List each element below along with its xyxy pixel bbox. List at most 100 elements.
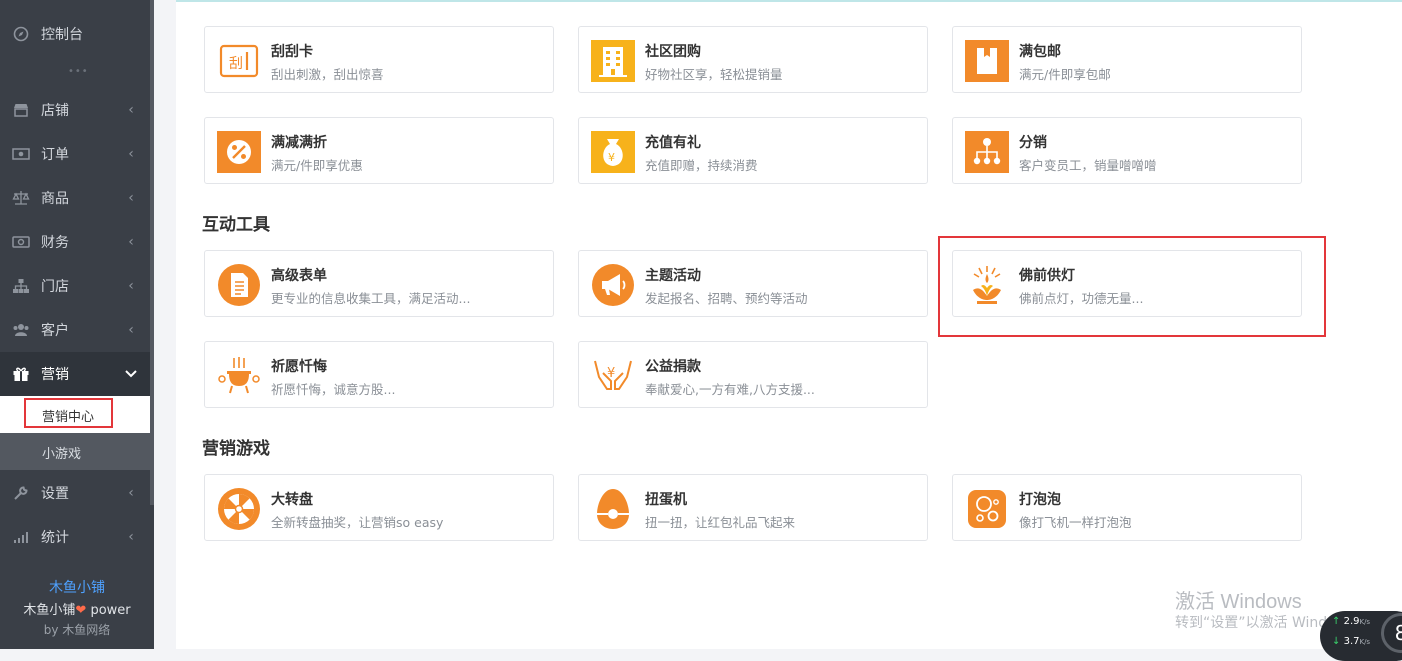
- footer-power-suffix: power: [90, 603, 131, 618]
- sidebar-item-label: 统计: [41, 530, 69, 546]
- card-free-shipping[interactable]: 满包邮 满元/件即享包邮: [952, 26, 1302, 93]
- sidebar-item-label: 财务: [41, 235, 69, 251]
- card-capsule-machine[interactable]: 扭蛋机 扭一扭，让红包礼品飞起来: [578, 474, 928, 541]
- chevron-left-icon: ‹: [128, 102, 134, 118]
- card-desc: 祈愿忏悔，诚意方股...: [271, 382, 396, 397]
- sidebar-item-store[interactable]: 店铺 ‹: [0, 88, 150, 132]
- bubbles-icon: [965, 488, 1009, 530]
- sidebar-item-label: 营销: [41, 367, 69, 383]
- cpu-ring-indicator: 8: [1381, 613, 1402, 653]
- sidebar-item-customers[interactable]: 客户 ‹: [0, 308, 150, 352]
- card-title: 分销: [1019, 135, 1047, 151]
- sidebar-item-statistics[interactable]: 统计 ‹: [0, 515, 150, 559]
- users-icon: [11, 322, 31, 338]
- card-title: 公益捐款: [645, 359, 701, 375]
- card-prayer-repentance[interactable]: 祈愿忏悔 祈愿忏悔，诚意方股...: [204, 341, 554, 408]
- arrow-up-icon: ↑: [1332, 616, 1341, 627]
- card-big-wheel[interactable]: 大转盘 全新转盘抽奖，让营销so easy: [204, 474, 554, 541]
- sidebar-item-finance[interactable]: 财务 ‹: [0, 220, 150, 264]
- upload-unit: K/s: [1359, 618, 1371, 626]
- order-icon: [11, 146, 31, 162]
- percent-icon: [217, 131, 261, 173]
- scratch-card-icon: 刮: [217, 40, 261, 82]
- highlight-box-buddha-lamp: [938, 236, 1326, 337]
- card-title: 刮刮卡: [271, 44, 313, 60]
- distribution-icon: [965, 131, 1009, 173]
- card-desc: 客户变员工，销量噌噌噌: [1019, 158, 1157, 173]
- chevron-left-icon: ‹: [128, 322, 134, 338]
- card-desc: 好物社区享，轻松提销量: [645, 67, 783, 82]
- card-title: 打泡泡: [1019, 492, 1061, 508]
- card-title: 社区团购: [645, 44, 701, 60]
- sidebar-item-label: 客户: [41, 323, 69, 339]
- sidebar-item-marketing[interactable]: 营销: [0, 352, 150, 396]
- card-scratch-card[interactable]: 刮 刮刮卡 刮出刺激，刮出惊喜: [204, 26, 554, 93]
- sidebar-item-shops[interactable]: 门店 ‹: [0, 264, 150, 308]
- card-desc: 全新转盘抽奖，让营销so easy: [271, 515, 444, 530]
- footer-by: by 木鱼网络: [43, 623, 111, 637]
- sidebar-item-label: 设置: [41, 486, 69, 502]
- card-discount[interactable]: 满减满折 满元/件即享优惠: [204, 117, 554, 184]
- footer-power-name: 木鱼小铺: [23, 603, 76, 618]
- sidebar-item-dashboard[interactable]: 控制台: [0, 12, 150, 56]
- card-bubble-shooter[interactable]: 打泡泡 像打飞机一样打泡泡: [952, 474, 1302, 541]
- card-title: 充值有礼: [645, 135, 701, 151]
- card-community-group-buy[interactable]: 社区团购 好物社区享，轻松提销量: [578, 26, 928, 93]
- card-recharge-gift[interactable]: ¥ 充值有礼 充值即赠，持续消费: [578, 117, 928, 184]
- card-distribution[interactable]: 分销 客户变员工，销量噌噌噌: [952, 117, 1302, 184]
- store-icon: [11, 102, 31, 118]
- sidebar-item-label: 店铺: [41, 103, 69, 119]
- card-title: 大转盘: [271, 492, 313, 508]
- card-title: 主题活动: [645, 268, 701, 284]
- card-title: 高级表单: [271, 268, 327, 284]
- upload-speed: ↑ 2.9K/s: [1332, 616, 1370, 627]
- sidebar-scrollbar[interactable]: [150, 0, 154, 505]
- sitemap-icon: [11, 278, 31, 294]
- card-desc: 像打飞机一样打泡泡: [1019, 515, 1132, 530]
- chevron-left-icon: ‹: [128, 146, 134, 162]
- top-accent-line: [176, 0, 1402, 2]
- chevron-left-icon: ‹: [128, 278, 134, 294]
- card-title: 满减满折: [271, 135, 327, 151]
- network-speed-widget[interactable]: ↑ 2.9K/s ↓ 3.7K/s 8: [1320, 611, 1402, 661]
- chevron-left-icon: ‹: [128, 234, 134, 250]
- card-desc: 发起报名、招聘、预约等活动: [645, 291, 808, 306]
- package-icon: [965, 40, 1009, 82]
- wheel-icon: [217, 488, 261, 530]
- upload-value: 2.9: [1343, 616, 1360, 627]
- arrow-down-icon: ↓: [1332, 636, 1341, 647]
- card-advanced-form[interactable]: 高级表单 更专业的信息收集工具，满足活动...: [204, 250, 554, 317]
- card-desc: 充值即赠，持续消费: [645, 158, 758, 173]
- download-unit: K/s: [1359, 638, 1371, 646]
- submenu-mini-games[interactable]: 小游戏: [0, 433, 150, 470]
- card-title: 祈愿忏悔: [271, 359, 327, 375]
- compass-icon: [11, 26, 31, 42]
- sidebar-item-orders[interactable]: 订单 ‹: [0, 132, 150, 176]
- highlight-box-submenu: [24, 398, 113, 428]
- card-desc: 刮出刺激，刮出惊喜: [271, 67, 384, 82]
- section-title-games: 营销游戏: [202, 439, 270, 459]
- sidebar-item-label: 订单: [41, 147, 69, 163]
- svg-text:¥: ¥: [608, 151, 615, 164]
- incense-burner-icon: [217, 355, 261, 397]
- sidebar-item-products[interactable]: 商品 ‹: [0, 176, 150, 220]
- sidebar-divider-dots: •••: [68, 66, 89, 77]
- wrench-icon: [11, 485, 31, 501]
- form-document-icon: [217, 264, 261, 306]
- gift-icon: [11, 366, 31, 382]
- card-desc: 奉献爱心,一方有难,八方支援...: [645, 382, 815, 397]
- card-charity-donation[interactable]: ¥ 公益捐款 奉献爱心,一方有难,八方支援...: [578, 341, 928, 408]
- card-desc: 扭一扭，让红包礼品飞起来: [645, 515, 796, 530]
- submenu-label: 小游戏: [42, 447, 82, 462]
- donation-hands-icon: ¥: [591, 355, 635, 397]
- footer-brand-link[interactable]: 木鱼小铺: [0, 577, 154, 597]
- card-desc: 满元/件即享优惠: [271, 158, 363, 173]
- footer-power: 木鱼小铺❤ power: [0, 599, 154, 618]
- signal-icon: [11, 529, 31, 545]
- chevron-down-icon: [124, 366, 138, 382]
- sidebar-item-settings[interactable]: 设置 ‹: [0, 471, 150, 515]
- money-icon: [11, 234, 31, 250]
- card-title: 满包邮: [1019, 44, 1061, 60]
- card-theme-activity[interactable]: 主题活动 发起报名、招聘、预约等活动: [578, 250, 928, 317]
- windows-activation-title: 激活 Windows: [1175, 591, 1302, 613]
